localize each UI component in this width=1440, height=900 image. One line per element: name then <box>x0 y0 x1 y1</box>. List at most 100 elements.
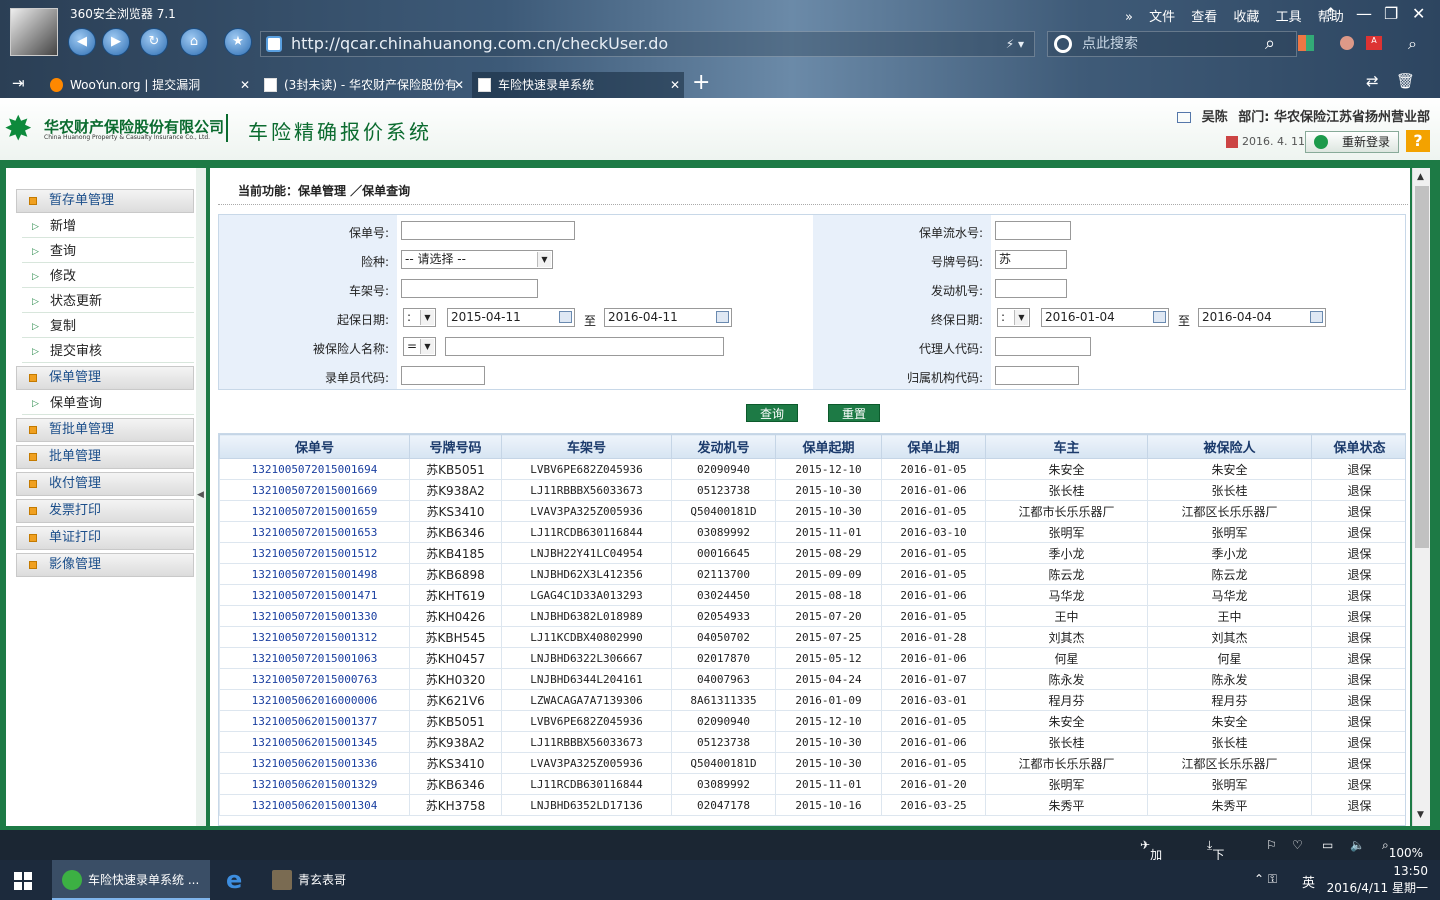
table-row[interactable]: 1321005072015001512 苏KB4185 LNJBH22Y41LC04… <box>219 542 1405 564</box>
menu-favorites[interactable]: 收藏 <box>1233 10 1259 25</box>
col-insured[interactable]: 被保险人 <box>1147 434 1312 459</box>
table-row[interactable]: 1321005072015001312 苏KBH545 LJ11KCDBX40802… <box>219 626 1405 648</box>
end-date-to[interactable]: 2016-04-04 <box>1198 308 1326 327</box>
sidebar-collapse-handle[interactable]: ◀ <box>196 168 206 826</box>
address-bar[interactable]: http://qcar.chinahuanong.com.cn/checkUse… <box>260 31 1035 57</box>
org-code-input[interactable] <box>995 366 1079 385</box>
search-input[interactable]: 点此搜索 <box>1047 31 1297 57</box>
policy-no-link[interactable]: 1321005072015001669 <box>219 479 410 501</box>
col-frame-no[interactable]: 车架号 <box>501 434 672 459</box>
dropdown-icon[interactable]: ⚡ ▾ <box>1006 32 1024 56</box>
policy-no-link[interactable]: 1321005072015001653 <box>219 521 410 543</box>
policy-no-link[interactable]: 1321005072015001330 <box>219 605 410 627</box>
col-owner[interactable]: 车主 <box>985 434 1148 459</box>
calendar-icon[interactable] <box>559 311 572 323</box>
pdf-icon[interactable]: A <box>1366 36 1382 50</box>
policy-no-link[interactable]: 1321005062016000006 <box>219 689 410 711</box>
table-row[interactable]: 1321005062015001336 苏KS3410 LVAV3PA325Z005… <box>219 752 1405 774</box>
relogin-button[interactable]: 重新登录 <box>1305 131 1399 153</box>
table-row[interactable]: 1321005062015001345 苏K938A2 LJ11RBBBX56033… <box>219 731 1405 753</box>
col-status[interactable]: 保单状态 <box>1311 434 1405 459</box>
policy-no-link[interactable]: 1321005072015001512 <box>219 542 410 564</box>
accelerator-button[interactable]: ✈ 加速器 <box>1140 838 1162 896</box>
calendar-icon[interactable] <box>1153 311 1166 323</box>
policy-no-input[interactable] <box>401 221 575 240</box>
task-edge[interactable]: e <box>214 860 260 900</box>
table-row[interactable]: 1321005072015001694 苏KB5051 LVBV6PE682Z045… <box>219 458 1405 480</box>
sidebar-item-policy-query[interactable]: ▷ 保单查询 <box>22 393 194 415</box>
table-row[interactable]: 1321005062016000006 苏K621V6 LZWACAGA7A7139… <box>219 689 1405 711</box>
windows-start-icon[interactable] <box>14 872 32 890</box>
sidebar-group-endorse[interactable]: 批单管理 <box>16 445 194 469</box>
policy-no-link[interactable]: 1321005072015001694 <box>219 458 410 480</box>
start-date-to[interactable]: 2016-04-11 <box>604 308 732 327</box>
tab-close-icon[interactable]: ✕ <box>240 72 250 98</box>
menu-tools[interactable]: 工具 <box>1276 10 1302 25</box>
table-row[interactable]: 1321005072015001669 苏K938A2 LJ11RBBBX56033… <box>219 479 1405 501</box>
table-row[interactable]: 1321005062015001377 苏KB5051 LVBV6PE682Z045… <box>219 710 1405 732</box>
col-start-date[interactable]: 保单起期 <box>775 434 882 459</box>
policy-no-link[interactable]: 1321005072015001471 <box>219 584 410 606</box>
extension-icon[interactable] <box>1340 36 1354 50</box>
task-browser[interactable]: 车险快速录单系统 ... <box>52 860 210 900</box>
reset-button[interactable]: 重置 <box>828 404 880 422</box>
menu-view[interactable]: 查看 <box>1191 10 1217 25</box>
table-row[interactable]: 1321005062015001304 苏KH3758 LNJBHD6352LD17… <box>219 794 1405 816</box>
table-row[interactable]: 1321005062015001329 苏KB6346 LJ11RCDB630116… <box>219 773 1405 795</box>
table-row[interactable]: 1321005072015001653 苏KB6346 LJ11RCDB630116… <box>219 521 1405 543</box>
tab-close-icon[interactable]: ✕ <box>454 72 464 98</box>
vertical-scrollbar[interactable]: ▲ ▼ <box>1412 168 1430 826</box>
policy-no-link[interactable]: 1321005062015001329 <box>219 773 410 795</box>
col-policy-no[interactable]: 保单号 <box>219 434 410 459</box>
zoom-icon[interactable]: ⌕ <box>1408 34 1417 54</box>
agent-code-input[interactable] <box>995 337 1091 356</box>
close-icon[interactable]: ✕ <box>1412 4 1425 23</box>
refresh-icon[interactable]: ↻ <box>140 28 168 56</box>
end-date-from[interactable]: 2016-01-04 <box>1041 308 1169 327</box>
window-icon[interactable]: ▭ <box>1322 838 1333 852</box>
calendar-icon[interactable] <box>1310 311 1323 323</box>
sidebar-item-query[interactable]: ▷ 查询 <box>22 241 194 263</box>
tab-wooyun[interactable]: WooYun.org | 提交漏洞 ✕ <box>44 72 254 98</box>
col-plate-no[interactable]: 号牌号码 <box>409 434 502 459</box>
home-icon[interactable]: ⌂ <box>180 28 208 56</box>
system-clock[interactable]: 13:50 2016/4/11 星期一 <box>1327 863 1428 897</box>
sidebar-group-image[interactable]: 影像管理 <box>16 553 194 577</box>
sidebar-item-copy[interactable]: ▷ 复制 <box>22 316 194 338</box>
policy-no-link[interactable]: 1321005072015001498 <box>219 563 410 585</box>
sidebar-group-draft[interactable]: 暂存单管理 <box>16 189 194 213</box>
table-row[interactable]: 1321005072015001659 苏KS3410 LVAV3PA325Z005… <box>219 500 1405 522</box>
sidebar-item-submit[interactable]: ▷ 提交审核 <box>22 341 194 363</box>
scroll-up-icon[interactable]: ▲ <box>1417 172 1424 182</box>
end-date-operator[interactable]: : ▼ <box>997 308 1030 327</box>
maximize-icon[interactable]: ❐ <box>1384 4 1398 23</box>
task-chat[interactable]: 青玄表哥 <box>262 860 372 900</box>
download-button[interactable]: ⤓ 下载 <box>1207 838 1224 879</box>
policy-no-link[interactable]: 1321005062015001336 <box>219 752 410 774</box>
menu-more-icon[interactable]: » <box>1125 10 1133 25</box>
tab-close-icon[interactable]: ✕ <box>670 72 680 98</box>
policy-no-link[interactable]: 1321005062015001345 <box>219 731 410 753</box>
sidebar-item-add[interactable]: ▷ 新增 <box>22 216 194 238</box>
sidebar-item-status[interactable]: ▷ 状态更新 <box>22 291 194 313</box>
table-row[interactable]: 1321005072015001498 苏KB6898 LNJBHD62X3L412… <box>219 563 1405 585</box>
table-row[interactable]: 1321005072015000763 苏KH0320 LNJBHD6344L204… <box>219 668 1405 690</box>
favorite-star-icon[interactable]: ★ <box>224 28 252 56</box>
trash-icon[interactable]: 🗑 <box>1396 72 1415 90</box>
insured-name-operator[interactable]: = ▼ <box>403 337 436 356</box>
engine-no-input[interactable] <box>995 279 1067 298</box>
minimize-icon[interactable]: — <box>1356 4 1372 23</box>
back-icon[interactable]: ◀ <box>68 28 96 56</box>
start-date-operator[interactable]: : ▼ <box>403 308 436 327</box>
tab-mail[interactable]: (3封未读) - 华农财产保险股份有 ✕ <box>258 72 468 98</box>
clerk-code-input[interactable] <box>401 366 485 385</box>
forward-icon[interactable]: ▶ <box>102 28 130 56</box>
policy-no-link[interactable]: 1321005072015001063 <box>219 647 410 669</box>
sidebar-group-temp-endorse[interactable]: 暂批单管理 <box>16 418 194 442</box>
table-row[interactable]: 1321005072015001063 苏KH0457 LNJBHD6322L306… <box>219 647 1405 669</box>
menu-file[interactable]: 文件 <box>1149 10 1175 25</box>
help-button[interactable]: ? <box>1406 130 1430 152</box>
frame-no-input[interactable] <box>401 279 538 298</box>
sidebar-item-edit[interactable]: ▷ 修改 <box>22 266 194 288</box>
col-end-date[interactable]: 保单止期 <box>881 434 986 459</box>
